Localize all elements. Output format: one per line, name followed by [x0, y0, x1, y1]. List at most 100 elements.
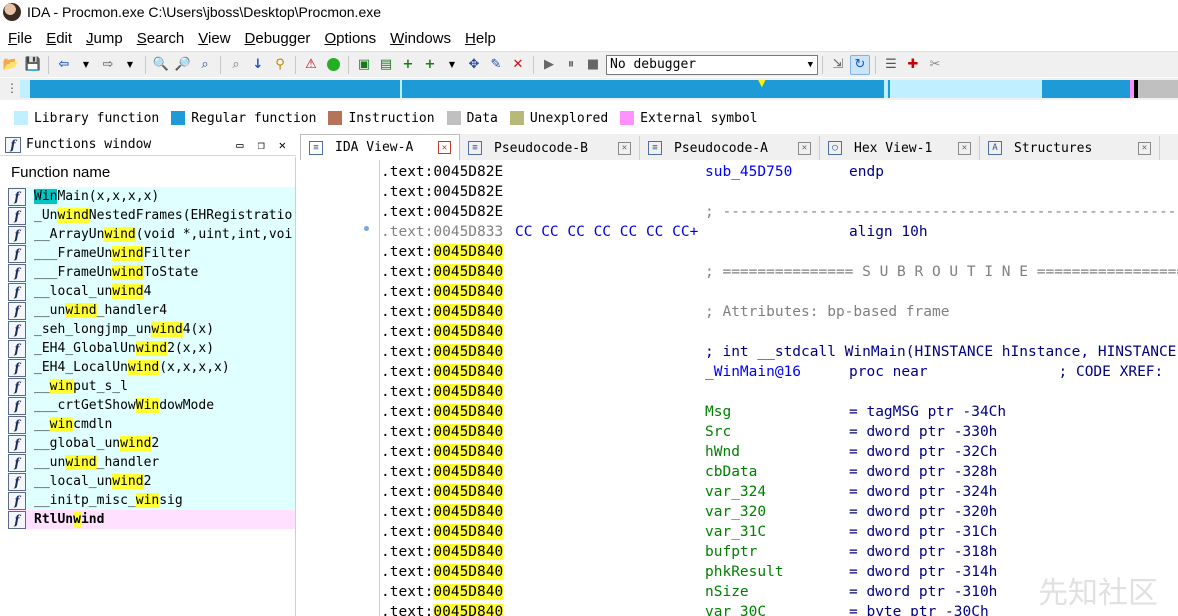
- disassembly-line[interactable]: .text:0045D840: [381, 282, 1178, 302]
- menu-label: ile: [17, 29, 33, 47]
- disassembly-line[interactable]: .text:0045D82E ; ------------------------…: [381, 202, 1178, 222]
- function-name-column-header[interactable]: Function name: [0, 157, 295, 187]
- jump-down-icon[interactable]: ↓: [248, 55, 268, 75]
- close-icon[interactable]: ✕: [798, 141, 811, 155]
- add-dropdown-icon[interactable]: +: [420, 55, 440, 75]
- create-struct-icon[interactable]: ▤: [376, 55, 396, 75]
- function-name-suffix: 2: [143, 474, 152, 489]
- function-list-item[interactable]: f __initp_misc_winsig: [8, 491, 295, 510]
- forward-arrow-icon[interactable]: ⇨: [98, 55, 118, 75]
- disassembly-line[interactable]: .text:0045D82E: [381, 182, 1178, 202]
- float-icon[interactable]: ❐: [258, 138, 265, 152]
- tab-hex-view-1[interactable]: ◯ Hex View-1 ✕: [820, 136, 980, 160]
- disassembly-line[interactable]: .text:0045D840: [381, 242, 1178, 262]
- function-list-item[interactable]: f __global_unwind2: [8, 434, 295, 453]
- debugger-select[interactable]: No debugger ▼: [606, 54, 818, 75]
- disassembly-line[interactable]: .text:0045D840 bufptr = dword ptr -318h: [381, 542, 1178, 562]
- disassembly-line[interactable]: .text:0045D840 ; Attributes: bp-based fra…: [381, 302, 1178, 322]
- play-icon[interactable]: ▶: [539, 55, 559, 75]
- function-list-item[interactable]: f ___FrameUnwindToState: [8, 263, 295, 282]
- search-text-icon[interactable]: 🔎: [173, 55, 193, 75]
- close-icon[interactable]: ✕: [438, 141, 451, 154]
- function-list-item[interactable]: f __local_unwind2: [8, 472, 295, 491]
- segment-name: .text:: [381, 264, 434, 280]
- menu-search[interactable]: Search: [137, 30, 185, 47]
- stop-icon[interactable]: ■: [583, 55, 603, 75]
- disassembly-line[interactable]: .text:0045D840 var_324 = dword ptr -324h: [381, 482, 1178, 502]
- disassembly-line[interactable]: .text:0045D840 ; =============== S U B R …: [381, 262, 1178, 282]
- edit-icon[interactable]: ✎: [486, 55, 506, 75]
- minimize-icon[interactable]: ▭: [236, 138, 243, 152]
- save-icon[interactable]: 💾: [23, 55, 43, 75]
- function-list-item[interactable]: f __ArrayUnwind(void *,uint,int,voi: [8, 225, 295, 244]
- functions-window-header[interactable]: f Functions window ▭ ❐ ✕: [0, 134, 296, 156]
- add-icon[interactable]: +: [398, 55, 418, 75]
- tab-pseudocode-a[interactable]: ≡ Pseudocode-A ✕: [640, 136, 820, 160]
- open-file-icon[interactable]: 📂: [1, 55, 21, 75]
- function-list-item[interactable]: f _UnwindNestedFrames(EHRegistratio: [8, 206, 295, 225]
- function-list-item[interactable]: f _EH4_LocalUnwind(x,x,x,x): [8, 358, 295, 377]
- function-list-item[interactable]: f ___crtGetShowWindowMode: [8, 396, 295, 415]
- menu-options[interactable]: Options: [324, 30, 376, 47]
- menu-edit[interactable]: Edit: [46, 30, 72, 47]
- disassembly-line[interactable]: .text:0045D840 var_31C = dword ptr -31Ch: [381, 522, 1178, 542]
- function-list-item[interactable]: f __unwind_handler4: [8, 301, 295, 320]
- close-icon[interactable]: ✕: [618, 141, 631, 155]
- dropdown-arrow-icon[interactable]: ▼: [120, 55, 140, 75]
- menu-help[interactable]: Help: [465, 30, 496, 47]
- dropdown-arrow-icon[interactable]: ▼: [442, 55, 462, 75]
- breakpoint-icon[interactable]: ✚: [903, 55, 923, 75]
- close-icon[interactable]: ✕: [1138, 141, 1151, 155]
- close-icon[interactable]: ✕: [958, 141, 971, 155]
- segment-name: .text:: [381, 344, 434, 360]
- menu-debugger[interactable]: Debugger: [245, 30, 311, 47]
- function-list-item[interactable]: f _seh_longjmp_unwind4(x): [8, 320, 295, 339]
- disassembly-line[interactable]: .text:0045D840 Src = dword ptr -330h: [381, 422, 1178, 442]
- function-list-item[interactable]: f __wincmdln: [8, 415, 295, 434]
- function-list-item[interactable]: f ___FrameUnwindFilter: [8, 244, 295, 263]
- tab-ida-view-a[interactable]: ≡ IDA View-A ✕: [300, 134, 460, 160]
- close-icon[interactable]: ✕: [279, 138, 286, 152]
- disassembly-listing[interactable]: .text:0045D82E sub_45D750 endp .text:0045D8…: [381, 162, 1178, 616]
- tab-pseudocode-b[interactable]: ≡ Pseudocode-B ✕: [460, 136, 640, 160]
- search-immediate-icon[interactable]: ⌕: [195, 55, 215, 75]
- menu-file[interactable]: File: [8, 30, 32, 47]
- function-list-item[interactable]: f RtlUnwind: [8, 510, 295, 529]
- menu-windows[interactable]: Windows: [390, 30, 451, 47]
- tools-icon[interactable]: ✂: [925, 55, 945, 75]
- menu-jump[interactable]: Jump: [86, 30, 123, 47]
- disassembly-line[interactable]: .text:0045D833 CC CC CC CC CC CC CC+ align…: [381, 222, 1178, 242]
- function-list-item[interactable]: f __winput_s_l: [8, 377, 295, 396]
- create-function-icon[interactable]: ▣: [354, 55, 374, 75]
- disassembly-line[interactable]: .text:0045D840 ; int __stdcall WinMain(HI…: [381, 342, 1178, 362]
- disassembly-line[interactable]: .text:0045D840 cbData = dword ptr -328h: [381, 462, 1178, 482]
- disassembly-line[interactable]: .text:0045D82E sub_45D750 endp: [381, 162, 1178, 182]
- back-arrow-icon[interactable]: ⇦: [54, 55, 74, 75]
- disassembly-line[interactable]: .text:0045D840: [381, 382, 1178, 402]
- search-next-icon[interactable]: ⌕: [226, 55, 246, 75]
- delete-icon[interactable]: ✕: [508, 55, 528, 75]
- dropdown-arrow-icon[interactable]: ▼: [76, 55, 96, 75]
- search-binary-icon[interactable]: 🔍: [151, 55, 171, 75]
- step-over-icon[interactable]: ↻: [850, 54, 870, 75]
- function-list-item[interactable]: f _EH4_GlobalUnwind2(x,x): [8, 339, 295, 358]
- disassembly-line[interactable]: .text:0045D840 _WinMain@16 proc near ; COD…: [381, 362, 1178, 382]
- cross-reference-icon[interactable]: ✥: [464, 55, 484, 75]
- function-list-item[interactable]: f __unwind_handler: [8, 453, 295, 472]
- navigation-band[interactable]: ▼: [20, 80, 1178, 98]
- function-list-item[interactable]: f __local_unwind4: [8, 282, 295, 301]
- disassembly-line[interactable]: .text:0045D840: [381, 322, 1178, 342]
- green-circle-icon[interactable]: [323, 55, 343, 75]
- disassembly-line[interactable]: .text:0045D840 hWnd = dword ptr -32Ch: [381, 442, 1178, 462]
- function-list-item[interactable]: f WinMain(x,x,x,x): [8, 187, 295, 206]
- tab-structures[interactable]: A Structures ✕: [980, 136, 1160, 160]
- step-into-icon[interactable]: ⇲: [828, 55, 848, 75]
- menu-view[interactable]: View: [198, 30, 230, 47]
- disassembly-line[interactable]: .text:0045D840 Msg = tagMSG ptr -34Ch: [381, 402, 1178, 422]
- disassembly-line[interactable]: .text:0045D840 var_320 = dword ptr -320h: [381, 502, 1178, 522]
- list-icon[interactable]: ☰: [881, 55, 901, 75]
- binoculars-icon[interactable]: ⚲: [270, 55, 290, 75]
- ida-view-a[interactable]: .text:0045D82E sub_45D750 endp .text:0045D8…: [300, 160, 1178, 616]
- pause-icon[interactable]: ⏸: [561, 55, 581, 75]
- warning-icon[interactable]: ⚠: [301, 55, 321, 75]
